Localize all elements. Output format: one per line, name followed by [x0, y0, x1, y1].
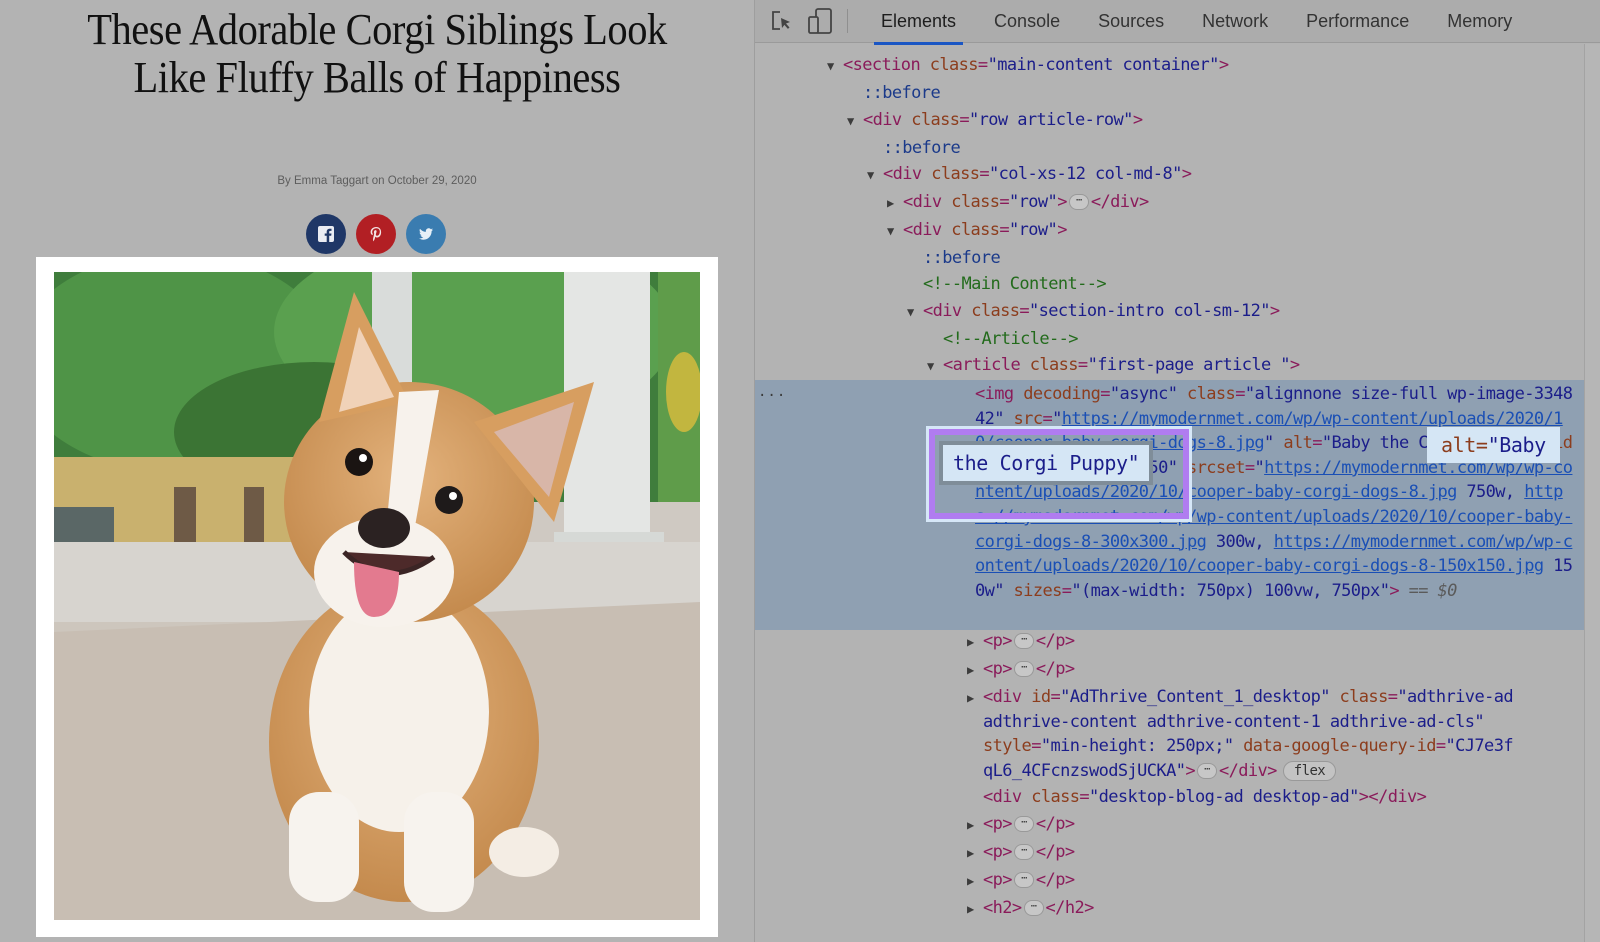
dom-node-section[interactable]: ▼ <section class="main-content container"…: [755, 52, 1585, 79]
expand-toggle-icon[interactable]: ▼: [827, 53, 843, 80]
dom-node-h2[interactable]: ▶ <h2> ⋯ </h2>: [755, 895, 1585, 922]
expand-ellipsis-button[interactable]: ⋯: [1013, 872, 1034, 888]
collapse-toggle-icon[interactable]: ▶: [967, 840, 983, 867]
facebook-icon: [318, 226, 334, 242]
flex-badge[interactable]: flex: [1282, 761, 1337, 781]
article-headline: These Adorable Corgi Siblings Look Like …: [87, 5, 667, 102]
expand-toggle-icon[interactable]: ▼: [927, 353, 943, 380]
dom-node-div-adthrive-cont: style="min-height: 250px;" data-google-q…: [983, 736, 1514, 756]
dom-node-div-article-row[interactable]: ▼ <div class="row article-row">: [755, 107, 1585, 134]
dom-node-div-adthrive-cont: adthrive-content adthrive-content-1 adth…: [983, 712, 1485, 732]
expand-toggle-icon[interactable]: ▼: [867, 162, 883, 189]
device-toolbar-icon: [808, 8, 832, 34]
elements-dom-tree: ▼ <section class="main-content container"…: [755, 44, 1585, 942]
expand-ellipsis-button[interactable]: ⋯: [1013, 816, 1034, 832]
expand-ellipsis-button[interactable]: ⋯: [1196, 763, 1217, 779]
expand-toggle-icon[interactable]: ▼: [907, 299, 923, 326]
dom-node-div-adthrive-cont: qL6_4CFcnzswodSjUCKA"> ⋯ </div> flex: [755, 758, 1585, 785]
dom-node-pseudo-before[interactable]: ::before: [755, 80, 1585, 107]
corgi-puppy-image[interactable]: [54, 272, 700, 920]
dom-node-div-row-collapsed[interactable]: ▶ <div class="row"> ⋯ </div>: [755, 189, 1585, 216]
collapse-toggle-icon[interactable]: ▶: [967, 657, 983, 684]
share-twitter-button[interactable]: [406, 214, 446, 254]
dom-node-div-desktop-blog-ad[interactable]: <div class="desktop-blog-ad desktop-ad">…: [755, 784, 1585, 811]
tab-sources[interactable]: Sources: [1079, 0, 1183, 43]
device-toolbar-button[interactable]: [805, 6, 835, 36]
twitter-icon: [419, 228, 433, 240]
console-ref-label: == $0: [1398, 580, 1458, 601]
devtools-toolbar: Elements Console Sources Network Perform…: [755, 0, 1600, 45]
dom-node-comment-main-content[interactable]: <!--Main Content-->: [755, 271, 1585, 298]
inspect-element-icon: [772, 11, 790, 30]
dom-node-div-col[interactable]: ▼ <div class="col-xs-12 col-md-8">: [755, 161, 1585, 188]
tab-console[interactable]: Console: [975, 0, 1079, 43]
corgi-photo-illustration: [54, 272, 700, 920]
expand-ellipsis-button[interactable]: ⋯: [1023, 900, 1044, 916]
node-actions-icon[interactable]: ...: [758, 384, 786, 400]
dom-node-div-row[interactable]: ▼ <div class="row">: [755, 217, 1585, 244]
collapse-toggle-icon[interactable]: ▶: [887, 190, 903, 217]
dom-node-div-section-intro[interactable]: ▼ <div class="section-intro col-sm-12">: [755, 298, 1585, 325]
toolbar-separator: [847, 9, 848, 33]
share-pinterest-button[interactable]: [356, 214, 396, 254]
alt-value-highlight: the Corgi Puppy": [943, 445, 1150, 481]
alt-attribute-highlight: alt="Baby: [1427, 427, 1560, 463]
dom-node-p[interactable]: ▶ <p> ⋯ </p>: [755, 867, 1585, 894]
dom-node-pseudo-before[interactable]: ::before: [755, 245, 1585, 272]
article-image-frame: [36, 257, 718, 937]
dom-node-p[interactable]: ▶ <p> ⋯ </p>: [755, 839, 1585, 866]
dom-node-p[interactable]: ▶ <p> ⋯ </p>: [755, 628, 1585, 655]
dom-node-article[interactable]: ▼ <article class="first-page article ">: [755, 352, 1585, 379]
collapse-toggle-icon[interactable]: ▶: [967, 685, 983, 712]
inspect-element-button[interactable]: [767, 6, 797, 36]
expand-ellipsis-button[interactable]: ⋯: [1068, 194, 1089, 210]
expand-ellipsis-button[interactable]: ⋯: [1013, 661, 1034, 677]
dom-node-pseudo-before[interactable]: ::before: [755, 135, 1585, 162]
article-page: These Adorable Corgi Siblings Look Like …: [0, 0, 754, 942]
share-buttons: [306, 214, 446, 254]
tab-elements[interactable]: Elements: [862, 0, 975, 45]
collapse-toggle-icon[interactable]: ▶: [967, 896, 983, 923]
dom-node-comment-article[interactable]: <!--Article-->: [755, 326, 1585, 353]
vertical-scrollbar[interactable]: [1584, 44, 1600, 942]
collapse-toggle-icon[interactable]: ▶: [967, 812, 983, 839]
dom-node-p[interactable]: ▶ <p> ⋯ </p>: [755, 811, 1585, 838]
pinterest-icon: [370, 227, 382, 242]
tab-network[interactable]: Network: [1183, 0, 1287, 43]
expand-ellipsis-button[interactable]: ⋯: [1013, 844, 1034, 860]
article-byline: By Emma Taggart on October 29, 2020: [277, 175, 477, 187]
collapse-toggle-icon[interactable]: ▶: [967, 629, 983, 656]
expand-toggle-icon[interactable]: ▼: [887, 218, 903, 245]
tab-memory[interactable]: Memory: [1428, 0, 1531, 43]
collapse-toggle-icon[interactable]: ▶: [967, 868, 983, 895]
dom-node-p[interactable]: ▶ <p> ⋯ </p>: [755, 656, 1585, 683]
expand-toggle-icon[interactable]: ▼: [847, 108, 863, 135]
dom-node-div-adthrive[interactable]: ▶ <div id="AdThrive_Content_1_desktop" cl…: [755, 684, 1585, 711]
tab-performance[interactable]: Performance: [1287, 0, 1428, 43]
devtools-panel: Elements Console Sources Network Perform…: [754, 0, 1600, 942]
share-facebook-button[interactable]: [306, 214, 346, 254]
expand-ellipsis-button[interactable]: ⋯: [1013, 633, 1034, 649]
